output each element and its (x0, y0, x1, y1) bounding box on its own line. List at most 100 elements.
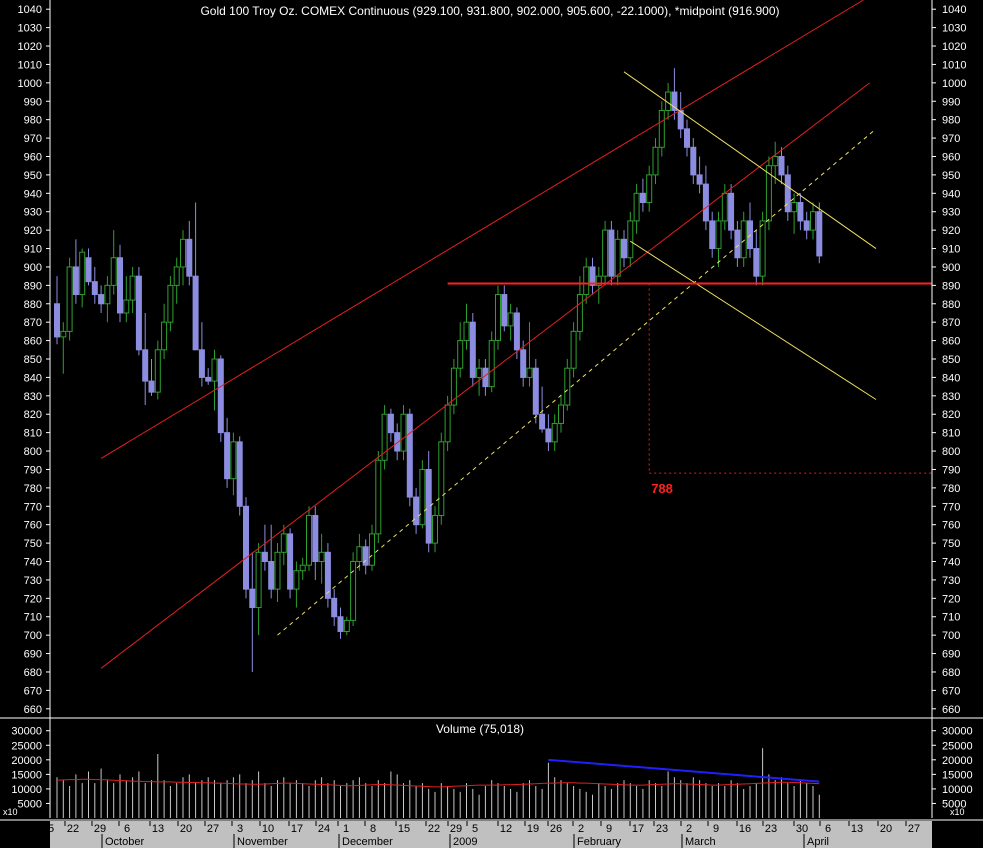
candle-body (400, 413, 407, 452)
candle-body (186, 238, 193, 277)
candle-body (54, 303, 60, 338)
candle-body (161, 321, 168, 351)
y-tick-label-left: 780 (24, 483, 42, 495)
y-tick-label-right: 680 (942, 667, 960, 679)
x-month-label: 2009 (453, 836, 477, 848)
x-day-label: 23 (656, 823, 668, 835)
candle-body (142, 349, 149, 382)
vol-tick-label-right: 20000 (942, 755, 973, 767)
y-tick-label-right: 750 (942, 538, 960, 550)
x-day-label: 1 (343, 823, 349, 835)
y-tick-label-left: 990 (24, 96, 42, 108)
candle-body (570, 330, 577, 369)
y-tick-label-left: 960 (24, 151, 42, 163)
candle-body (715, 220, 722, 250)
y-tick-label-left: 970 (24, 133, 42, 145)
y-tick-label-right: 880 (942, 299, 960, 311)
y-tick-label-right: 940 (942, 188, 960, 200)
vol-tick-label-right: 25000 (942, 740, 973, 752)
candle-body (633, 192, 640, 222)
x-day-label: 6 (825, 823, 831, 835)
candle-body (469, 321, 476, 378)
y-tick-label-right: 1000 (942, 78, 966, 90)
candle-body (532, 367, 539, 415)
y-tick-label-left: 810 (24, 428, 42, 440)
candle-body (639, 192, 646, 204)
x-month-label: December (342, 836, 393, 848)
candle-body (249, 588, 256, 609)
candle-body (551, 422, 558, 443)
y-tick-label-left: 760 (24, 520, 42, 532)
y-tick-label-left: 840 (24, 372, 42, 384)
y-tick-label-right: 860 (942, 336, 960, 348)
candle-body (476, 367, 483, 378)
x-day-label: 8 (370, 823, 376, 835)
x-day-label: 20 (880, 823, 892, 835)
x-day-label: 13 (851, 823, 863, 835)
candle-body (255, 551, 262, 609)
y-tick-label-left: 680 (24, 667, 42, 679)
candle-body (797, 202, 804, 222)
x-month-label: April (807, 836, 829, 848)
x-day-label: 20 (180, 823, 192, 835)
x-day-label: 3 (237, 823, 243, 835)
candle-body (432, 514, 438, 544)
x-day-label: 29 (94, 823, 106, 835)
candle-body (230, 441, 237, 480)
y-tick-label-left: 880 (24, 299, 42, 311)
candle-body (192, 275, 199, 351)
candle-body (602, 229, 609, 277)
candle-body (576, 294, 583, 332)
vol-tick-label-right: 10000 (942, 784, 973, 796)
y-tick-label-right: 930 (942, 207, 960, 219)
candle-body (356, 546, 363, 563)
candle-body (123, 299, 130, 314)
x-day-label: 26 (550, 823, 562, 835)
y-tick-label-left: 830 (24, 391, 42, 403)
candle-body (495, 294, 501, 342)
candle-body (280, 533, 287, 553)
candle-body (419, 468, 426, 526)
price-chart-title: Gold 100 Troy Oz. COMEX Continuous (929.… (200, 4, 779, 18)
y-tick-label-right: 820 (942, 409, 960, 421)
y-tick-label-right: 710 (942, 612, 960, 624)
candle-body (501, 294, 508, 327)
candle-body (60, 330, 67, 338)
y-tick-label-right: 1030 (942, 23, 966, 35)
candle-body (337, 616, 344, 632)
candle-body (520, 349, 527, 378)
y-tick-label-right: 760 (942, 520, 960, 532)
x-month-label: October (105, 836, 144, 848)
candle-body (564, 367, 571, 406)
candle-body (457, 340, 464, 369)
candle-body (413, 496, 420, 526)
y-tick-label-right: 840 (942, 372, 960, 384)
y-tick-label-left: 920 (24, 225, 42, 237)
candle-body (438, 441, 445, 516)
candle-body (608, 229, 615, 277)
y-tick-label-left: 770 (24, 501, 42, 513)
candle-body (513, 312, 520, 351)
candle-body (803, 220, 810, 231)
candle-body (646, 174, 653, 204)
candle-body (406, 413, 413, 498)
y-tick-label-right: 790 (942, 464, 960, 476)
candle-body (747, 220, 753, 250)
candle-body (772, 155, 779, 167)
x-day-label: 27 (908, 823, 920, 835)
y-tick-label-right: 810 (942, 428, 960, 440)
candle-body (728, 192, 735, 231)
candle-body (129, 275, 136, 301)
y-tick-label-left: 670 (24, 685, 42, 697)
y-tick-label-right: 1010 (942, 59, 966, 71)
y-tick-label-left: 930 (24, 207, 42, 219)
candle-body (658, 109, 665, 148)
candle-body (526, 367, 533, 378)
y-tick-label-left: 850 (24, 354, 42, 366)
y-tick-label-right: 980 (942, 115, 960, 127)
y-tick-label-left: 720 (24, 593, 42, 605)
candle-body (261, 551, 268, 563)
y-tick-label-left: 690 (24, 649, 42, 661)
y-tick-label-right: 1040 (942, 4, 966, 16)
candle-body (791, 202, 798, 213)
